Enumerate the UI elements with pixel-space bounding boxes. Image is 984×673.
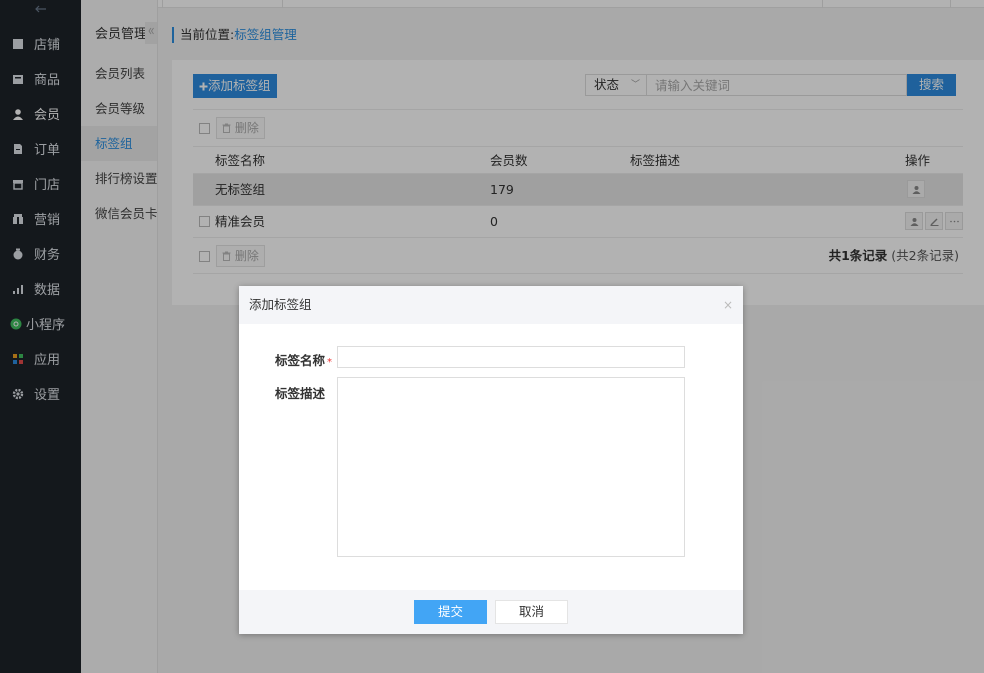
tag-name-label: 标签名称 * bbox=[275, 350, 332, 369]
tag-name-input[interactable] bbox=[337, 346, 685, 368]
dialog-footer: 提交 取消 bbox=[239, 590, 743, 634]
tag-name-label-text: 标签名称 bbox=[275, 353, 326, 368]
dialog-title: 添加标签组 bbox=[249, 297, 312, 312]
dialog-header: 添加标签组 × bbox=[239, 286, 743, 324]
add-tag-group-dialog: 添加标签组 × 标签名称 * 标签描述 提交 取消 bbox=[239, 286, 743, 634]
submit-button[interactable]: 提交 bbox=[414, 600, 487, 624]
required-mark: * bbox=[327, 357, 333, 368]
tag-desc-textarea[interactable] bbox=[337, 377, 685, 557]
cancel-button[interactable]: 取消 bbox=[495, 600, 568, 624]
close-icon[interactable]: × bbox=[723, 286, 733, 324]
tag-desc-label: 标签描述 bbox=[275, 386, 326, 401]
